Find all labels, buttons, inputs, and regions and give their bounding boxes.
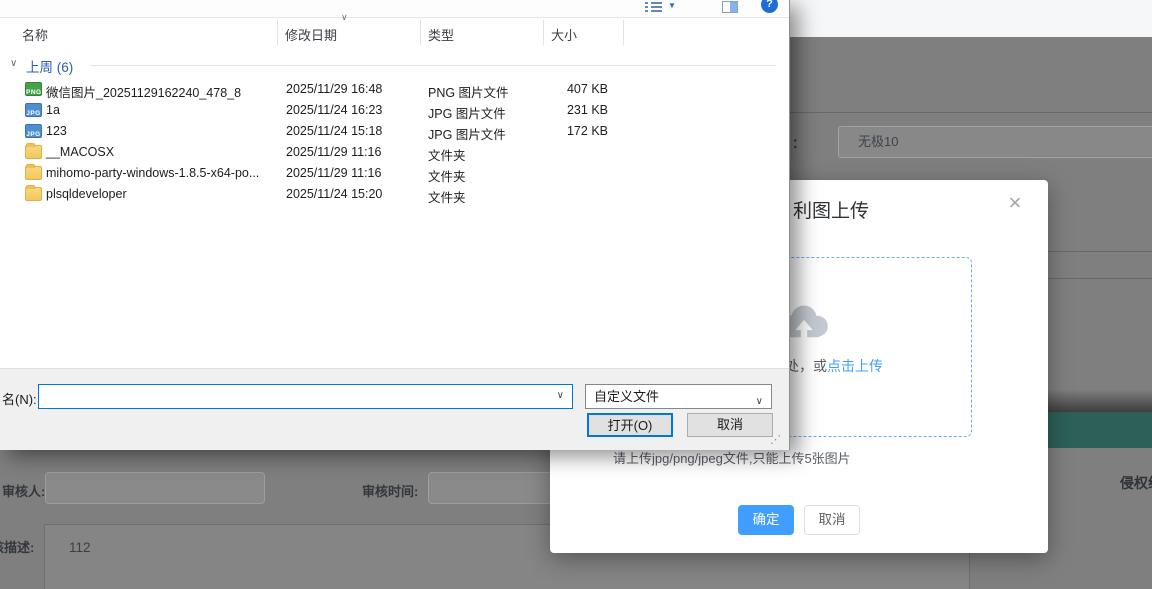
file-name: 微信图片_20251129162240_478_8 xyxy=(46,82,241,101)
file-type: JPG 图片文件 xyxy=(428,103,506,122)
view-options-dropdown-icon[interactable]: ▼ xyxy=(668,1,676,10)
close-icon[interactable]: × xyxy=(1003,192,1027,216)
file-name: 123 xyxy=(46,124,67,138)
file-icon-badge: JPG xyxy=(26,131,41,138)
review-time-label: 审核时间: xyxy=(362,481,418,500)
file-row[interactable]: mihomo-party-windows-1.8.5-x64-po... 202… xyxy=(0,163,789,184)
file-icon-badge: PNG xyxy=(26,89,42,96)
dialog-cancel-button[interactable]: 取消 xyxy=(687,413,773,437)
modal-title: 利图上传 xyxy=(793,196,869,223)
preview-pane-icon[interactable] xyxy=(722,1,738,13)
file-size: 231 KB xyxy=(543,103,608,117)
file-name: 1a xyxy=(46,103,60,117)
column-divider[interactable] xyxy=(420,20,421,45)
filename-dropdown-icon[interactable]: ∨ xyxy=(557,390,564,401)
file-name: __MACOSX xyxy=(46,145,114,159)
file-size: 407 KB xyxy=(543,82,608,96)
filetype-dropdown-icon: ∨ xyxy=(756,390,763,413)
dropzone-text-part: 处，或 xyxy=(785,358,827,374)
filetype-select[interactable]: 自定义文件 ∨ xyxy=(585,384,772,409)
resize-grip[interactable]: ⋰ xyxy=(770,433,781,446)
background-field-label: ： xyxy=(792,133,805,152)
file-row[interactable]: JPG 1a 2025/11/24 16:23 JPG 图片文件 231 KB xyxy=(0,100,789,121)
file-dialog-footer: 名(N): ∨ 自定义文件 ∨ 打开(O) 取消 ⋰ xyxy=(0,368,789,450)
file-date: 2025/11/29 11:16 xyxy=(286,166,381,180)
file-date: 2025/11/29 16:48 xyxy=(286,82,382,96)
filename-input[interactable]: ∨ xyxy=(38,384,573,409)
modal-cancel-button[interactable]: 取消 xyxy=(804,505,860,535)
file-rows: PNG 微信图片_20251129162240_478_8 2025/11/29… xyxy=(0,79,789,205)
screen: ： 无极10 侵权线 审核人: 审核时间: 核描述: 112 利图上传 × 处，… xyxy=(0,0,1152,589)
view-options-icon[interactable] xyxy=(645,2,662,13)
file-date: 2025/11/29 11:16 xyxy=(286,145,381,159)
file-date: 2025/11/24 15:18 xyxy=(286,124,382,138)
page-top-strip xyxy=(778,0,1152,37)
png-file-icon: PNG xyxy=(25,82,42,96)
column-header-size[interactable]: 大小 xyxy=(551,25,577,44)
file-type: 文件夹 xyxy=(428,166,466,185)
folder-icon xyxy=(25,166,42,180)
infringement-label: 侵权线 xyxy=(1120,473,1152,493)
file-row[interactable]: PNG 微信图片_20251129162240_478_8 2025/11/29… xyxy=(0,79,789,100)
click-to-upload-link[interactable]: 点击上传 xyxy=(827,358,883,374)
file-row[interactable]: __MACOSX 2025/11/29 11:16 文件夹 xyxy=(0,142,789,163)
file-type: PNG 图片文件 xyxy=(428,82,509,101)
column-header-date[interactable]: 修改日期 xyxy=(285,25,337,44)
filetype-selected-value: 自定义文件 xyxy=(594,389,659,404)
column-header-name[interactable]: 名称 xyxy=(22,25,48,44)
help-icon[interactable]: ? xyxy=(761,0,778,13)
file-date: 2025/11/24 16:23 xyxy=(286,103,382,117)
reviewer-input[interactable] xyxy=(45,472,265,504)
file-date: 2025/11/24 15:20 xyxy=(286,187,382,201)
description-label: 核描述: xyxy=(0,537,34,556)
confirm-button[interactable]: 确定 xyxy=(738,505,794,535)
group-header-last-week[interactable]: ∨ 上周 (6) xyxy=(0,56,789,74)
section-divider xyxy=(1040,251,1152,252)
file-row[interactable]: plsqldeveloper 2025/11/24 15:20 文件夹 xyxy=(0,184,789,205)
column-divider[interactable] xyxy=(623,20,624,45)
open-button[interactable]: 打开(O) xyxy=(587,413,673,437)
group-collapse-icon[interactable]: ∨ xyxy=(10,58,17,69)
reviewer-label: 审核人: xyxy=(2,481,45,500)
group-divider-line xyxy=(90,65,776,66)
folder-icon xyxy=(25,145,42,159)
group-label: 上周 (6) xyxy=(26,56,73,76)
file-type: 文件夹 xyxy=(428,187,466,206)
filename-label: 名(N): xyxy=(2,389,37,408)
file-size: 172 KB xyxy=(543,124,608,138)
file-list-area: 名称 ∨ 修改日期 类型 大小 ∨ 上周 (6) PNG 微信图片_202511… xyxy=(0,18,789,368)
file-icon-badge: JPG xyxy=(26,110,41,117)
jpg-file-icon: JPG xyxy=(25,103,42,117)
file-row[interactable]: JPG 123 2025/11/24 15:18 JPG 图片文件 172 KB xyxy=(0,121,789,142)
column-divider[interactable] xyxy=(277,20,278,45)
file-name: plsqldeveloper xyxy=(46,187,127,201)
column-header-type[interactable]: 类型 xyxy=(428,25,454,44)
background-field-input[interactable]: 无极10 xyxy=(838,126,1152,158)
panel-shadow xyxy=(1040,390,1152,412)
dropzone-text: 处，或点击上传 xyxy=(785,356,883,376)
file-open-dialog: ▼ ? 名称 ∨ 修改日期 类型 大小 ∨ 上周 (6) PNG 微信图片_20… xyxy=(0,0,790,450)
file-type: 文件夹 xyxy=(428,145,466,164)
teal-section-bar xyxy=(1040,412,1152,448)
section-divider xyxy=(790,112,1152,113)
file-dialog-toolbar: ▼ ? xyxy=(0,0,789,18)
sort-caret-icon: ∨ xyxy=(341,12,348,23)
column-divider[interactable] xyxy=(543,20,544,45)
folder-icon xyxy=(25,187,42,201)
file-type: JPG 图片文件 xyxy=(428,124,506,143)
jpg-file-icon: JPG xyxy=(25,124,42,138)
upload-hint: 请上传jpg/png/jpeg文件,只能上传5张图片 xyxy=(613,448,851,467)
section-divider xyxy=(1040,278,1152,279)
file-name: mihomo-party-windows-1.8.5-x64-po... xyxy=(46,166,259,180)
